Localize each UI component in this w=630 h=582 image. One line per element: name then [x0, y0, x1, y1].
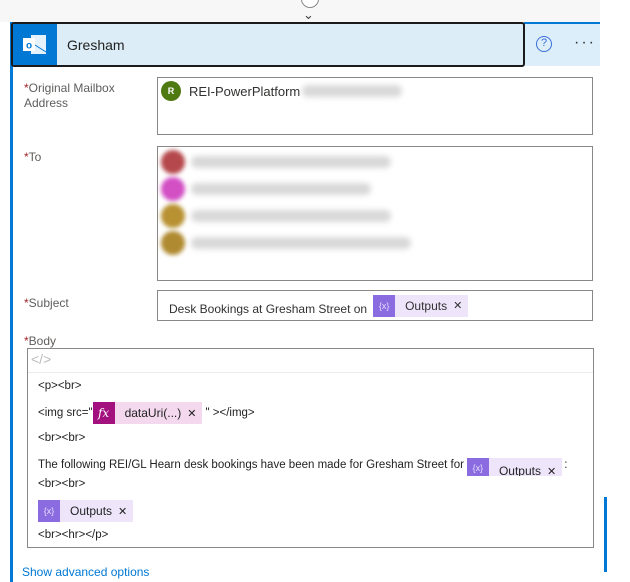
recipient-chip[interactable] [159, 202, 591, 229]
subject-label: *Subject [24, 296, 69, 310]
avatar: R [161, 81, 181, 101]
variable-icon: {x} [466, 458, 489, 476]
subject-field[interactable]: Desk Bookings at Gresham Street on {x} Ou… [157, 290, 593, 321]
svg-text:o: o [26, 40, 32, 51]
variable-icon: {x} [373, 294, 396, 317]
code-view-icon[interactable]: </> [28, 349, 593, 373]
to-field[interactable] [157, 146, 593, 281]
mailbox-label: *Original Mailbox Address [24, 81, 115, 110]
recipient-chip[interactable] [159, 148, 591, 175]
outputs-token[interactable]: {x} Outputs ✕ [38, 500, 134, 522]
arrow-down-icon: ⌄ [303, 7, 314, 22]
redacted-text [302, 85, 403, 97]
body-line: <br><hr></p> [38, 529, 109, 541]
remove-token-icon[interactable]: ✕ [187, 407, 202, 420]
variable-icon: {x} [38, 500, 60, 522]
body-line: <br><br> [38, 432, 86, 444]
outlook-icon: o [13, 24, 57, 65]
body-line: The following REI/GL Hearn desk bookings… [38, 458, 568, 476]
remove-token-icon[interactable]: ✕ [547, 465, 562, 476]
scroll-edge [604, 497, 607, 572]
card-title[interactable]: Gresham [67, 37, 125, 53]
remove-token-icon[interactable]: ✕ [453, 299, 468, 312]
function-icon: fx [92, 402, 115, 424]
body-line: <p><br> [38, 380, 82, 392]
body-line: <img src=" fx dataUri(...) ✕ " ></img> [38, 402, 255, 424]
help-icon[interactable]: ? [536, 36, 552, 52]
to-label: *To [24, 150, 42, 164]
card-header[interactable]: o Gresham [11, 22, 525, 67]
mailbox-field[interactable]: R REI-PowerPlatform [157, 77, 593, 135]
remove-token-icon[interactable]: ✕ [118, 505, 133, 518]
recipient-chip[interactable] [159, 229, 591, 256]
body-line: <br><br> [38, 478, 86, 490]
outputs-token[interactable]: {x} Outputs ✕ [373, 294, 469, 317]
outputs-token[interactable]: {x} Outputs ✕ [466, 458, 563, 476]
mailbox-value: REI-PowerPlatform [189, 83, 301, 99]
more-icon[interactable]: ··· [574, 34, 596, 52]
datauri-token[interactable]: fx dataUri(...) ✕ [92, 402, 203, 424]
canvas-background [0, 0, 600, 22]
body-line: {x} Outputs ✕ [38, 500, 134, 522]
body-label: *Body [24, 334, 57, 348]
recipient-chip[interactable] [159, 175, 591, 202]
show-advanced-options-link[interactable]: Show advanced options [22, 565, 149, 579]
